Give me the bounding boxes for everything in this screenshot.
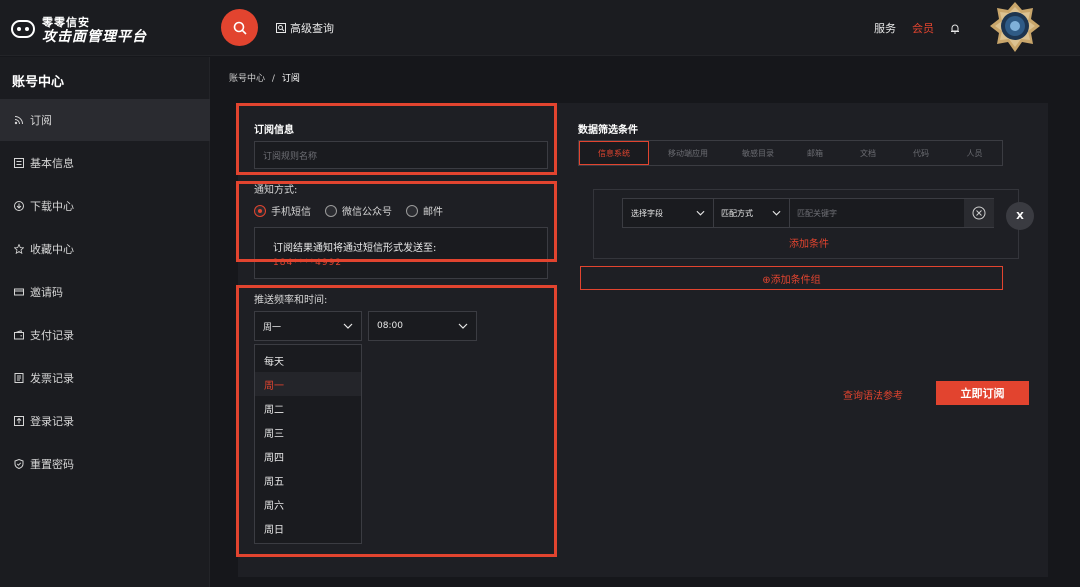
advanced-query-link[interactable]: 高级查询: [276, 20, 334, 36]
search-icon: [233, 21, 247, 35]
close-circle-icon: [972, 206, 986, 220]
sidebar-item-payment-records[interactable]: 支付记录: [0, 314, 210, 356]
sidebar-item-label: 邀请码: [30, 286, 63, 299]
nav-member[interactable]: 会员: [912, 20, 934, 36]
sidebar-item-invoice-records[interactable]: 发票记录: [0, 357, 210, 399]
tab-personnel[interactable]: 人员: [947, 141, 1002, 165]
highlight-box-push-frequency: [236, 285, 557, 557]
sidebar-item-label: 收藏中心: [30, 243, 74, 256]
highlight-box-subscription-info: [236, 103, 557, 175]
robot-logo-icon: [11, 20, 35, 38]
sidebar-item-label: 发票记录: [30, 372, 74, 385]
star-icon: [14, 244, 24, 254]
sidebar-item-invite-code[interactable]: 邀请码: [0, 271, 210, 313]
breadcrumb-separator: /: [271, 74, 275, 84]
match-mode-dropdown[interactable]: 匹配方式: [713, 199, 789, 227]
shield-icon: [14, 459, 24, 469]
tab-sensitive-dir[interactable]: 敏感目录: [727, 141, 789, 165]
add-condition-link[interactable]: 添加条件: [789, 235, 829, 250]
highlight-box-notify-method: [236, 181, 557, 262]
login-icon: [14, 416, 24, 426]
select-field-label: 选择字段: [631, 208, 663, 218]
sidebar-item-label: 基本信息: [30, 157, 74, 170]
breadcrumb-root[interactable]: 账号中心: [229, 74, 265, 84]
sidebar-item-login-records[interactable]: 登录记录: [0, 400, 210, 442]
sidebar-item-basic-info[interactable]: 基本信息: [0, 142, 210, 184]
tab-mobile-app[interactable]: 移动端应用: [649, 141, 727, 165]
subscribe-now-button[interactable]: 立即订阅: [936, 381, 1029, 405]
add-condition-group-button[interactable]: ⊕添加条件组: [580, 266, 1003, 290]
keyword-input[interactable]: 匹配关键字: [789, 199, 965, 227]
clear-condition-button[interactable]: [964, 199, 994, 227]
sidebar: 账号中心 订阅 基本信息 下载中心 收藏中心 邀请码 支付记录 发票记录 登录记…: [0, 57, 210, 587]
nav-service[interactable]: 服务: [874, 20, 896, 36]
sidebar-title: 账号中心: [12, 75, 65, 90]
tab-email[interactable]: 邮箱: [789, 141, 841, 165]
download-icon: [14, 201, 24, 211]
breadcrumb: 账号中心 / 订阅: [229, 71, 300, 84]
tab-info-system[interactable]: 信息系统: [579, 141, 649, 165]
sidebar-item-label: 支付记录: [30, 329, 74, 342]
remove-group-button[interactable]: X: [1006, 202, 1034, 230]
sidebar-item-download-center[interactable]: 下载中心: [0, 185, 210, 227]
sidebar-item-subscription[interactable]: 订阅: [0, 99, 210, 141]
chevron-down-icon: [696, 210, 705, 216]
sidebar-item-label: 订阅: [30, 114, 52, 127]
invoice-icon: [14, 373, 24, 383]
id-card-icon: [14, 158, 24, 168]
chevron-down-icon: [772, 210, 781, 216]
bell-icon[interactable]: [950, 23, 960, 34]
sidebar-item-reset-password[interactable]: 重置密码: [0, 443, 210, 485]
advanced-query-label: 高级查询: [290, 22, 334, 35]
breadcrumb-current: 订阅: [281, 74, 300, 84]
ticket-icon: [14, 288, 24, 296]
rss-icon: [14, 116, 23, 125]
query-icon: [276, 23, 286, 33]
query-syntax-reference-link[interactable]: 查询语法参考: [843, 387, 903, 402]
match-mode-label: 匹配方式: [721, 208, 753, 218]
logo[interactable]: 零零信安 攻击面管理平台: [10, 12, 170, 46]
logo-product: 攻击面管理平台: [42, 29, 147, 45]
sidebar-item-label: 下载中心: [30, 200, 74, 213]
filter-tabs: 信息系统 移动端应用 敏感目录 邮箱 文档 代码 人员: [578, 140, 1003, 166]
top-bar: 零零信安 攻击面管理平台 高级查询 服务 会员: [0, 0, 1080, 56]
select-field-dropdown[interactable]: 选择字段: [623, 199, 713, 227]
avatar[interactable]: [986, 0, 1044, 54]
tab-code[interactable]: 代码: [895, 141, 947, 165]
wallet-icon: [14, 330, 24, 340]
condition-row: 选择字段 匹配方式 匹配关键字: [622, 198, 994, 228]
tab-document[interactable]: 文档: [841, 141, 895, 165]
sidebar-item-favorites[interactable]: 收藏中心: [0, 228, 210, 270]
filter-conditions-title: 数据筛选条件: [578, 125, 638, 136]
sidebar-item-label: 重置密码: [30, 458, 74, 471]
sidebar-item-label: 登录记录: [30, 415, 74, 428]
search-button[interactable]: [221, 9, 258, 46]
